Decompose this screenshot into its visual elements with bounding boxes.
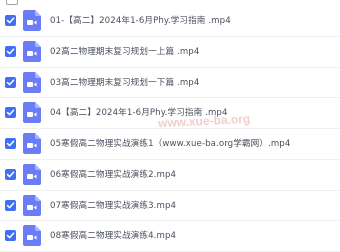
check-icon [6, 109, 15, 116]
partial-checkbox[interactable] [6, 0, 18, 5]
checkbox-checked[interactable] [5, 168, 16, 180]
checkbox-checked[interactable] [5, 138, 16, 149]
video-file-icon [23, 40, 41, 62]
video-file-icon [23, 10, 41, 31]
check-icon [6, 17, 15, 24]
file-name[interactable]: 04【高二】2024年1-6月Phy.学习指南 .mp4 [50, 106, 228, 118]
file-row[interactable]: 08寒假高二物理实战演练4.mp4 [0, 221, 340, 252]
check-icon [6, 232, 15, 239]
video-file-icon [23, 102, 41, 124]
file-name[interactable]: 06寒假高二物理实战演练2.mp4 [50, 168, 176, 180]
file-row[interactable]: 07寒假高二物理实战演练3.mp4 [0, 191, 340, 222]
file-row[interactable]: 01-【高二】2024年1-6月Phy.学习指南 .mp4 [0, 6, 340, 37]
check-icon [6, 48, 15, 55]
check-icon [6, 201, 15, 208]
file-row[interactable]: 03高二物理期末复习规划一下篇 .mp4 [0, 68, 340, 99]
checkbox-checked[interactable] [5, 45, 16, 57]
file-name[interactable]: 07寒假高二物理实战演练3.mp4 [50, 199, 176, 211]
video-file-icon [23, 71, 41, 93]
file-name[interactable]: 05寒假高二物理实战演练1（www.xue-ba.org学霸网）.mp4 [50, 137, 290, 149]
checkbox-checked[interactable] [5, 107, 16, 119]
file-list: 01-【高二】2024年1-6月Phy.学习指南 .mp4 02高二物理期末复习… [0, 6, 340, 252]
check-icon [6, 171, 15, 178]
file-row[interactable]: 05寒假高二物理实战演练1（www.xue-ba.org学霸网）.mp4 [0, 129, 340, 160]
checkbox-checked[interactable] [5, 230, 16, 242]
file-row[interactable]: 04【高二】2024年1-6月Phy.学习指南 .mp4 [0, 98, 340, 129]
video-file-icon [23, 133, 41, 154]
check-icon [6, 78, 15, 85]
file-name[interactable]: 01-【高二】2024年1-6月Phy.学习指南 .mp4 [50, 14, 231, 26]
video-file-icon [23, 194, 41, 216]
video-file-icon [23, 163, 41, 185]
checkbox-checked[interactable] [5, 15, 16, 26]
file-row[interactable]: 06寒假高二物理实战演练2.mp4 [0, 160, 340, 191]
check-icon [6, 140, 15, 147]
file-name[interactable]: 08寒假高二物理实战演练4.mp4 [50, 229, 176, 241]
file-row[interactable]: 02高二物理期末复习规划一上篇 .mp4 [0, 37, 340, 68]
file-name[interactable]: 02高二物理期末复习规划一上篇 .mp4 [50, 45, 199, 57]
video-file-icon [23, 225, 41, 247]
checkbox-checked[interactable] [5, 199, 16, 211]
checkbox-checked[interactable] [5, 76, 16, 88]
file-name[interactable]: 03高二物理期末复习规划一下篇 .mp4 [50, 76, 199, 88]
